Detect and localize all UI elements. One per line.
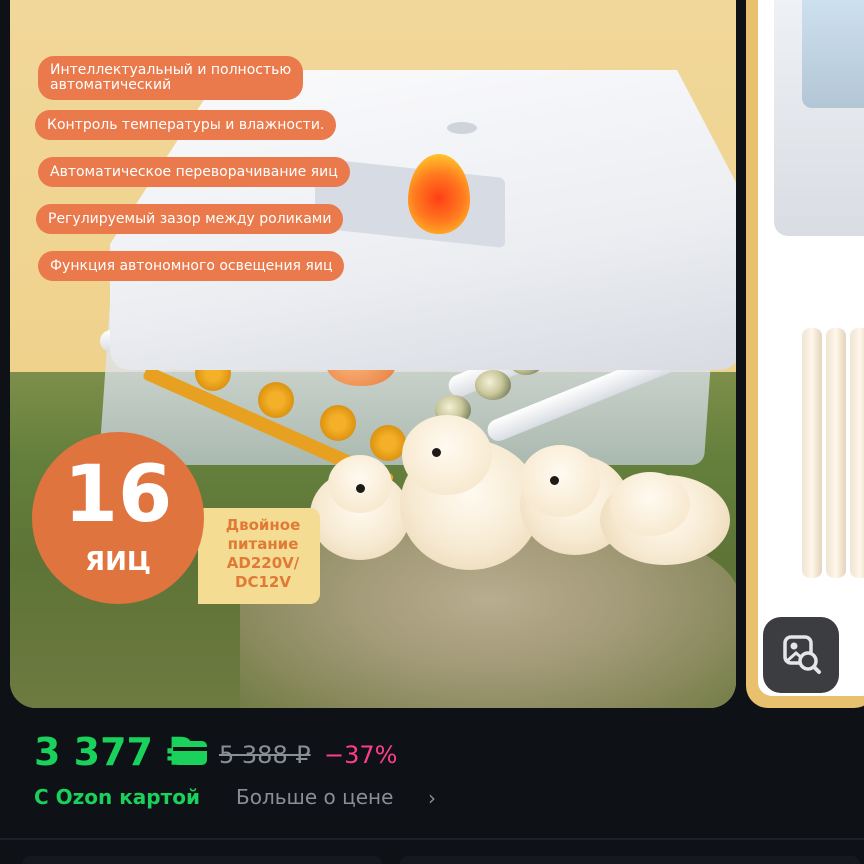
old-price: 5 388 ₽: [219, 741, 311, 769]
gear-icon: [258, 382, 294, 418]
quail-egg: [475, 370, 511, 400]
feature-pill-temperature: Контроль температуры и влажности.: [35, 110, 337, 140]
product-image-next[interactable]: [746, 0, 864, 708]
egg-capacity-badge: 16 ЯИЦ: [32, 432, 204, 604]
product-image-main[interactable]: Интеллектуальный и полностью автоматичес…: [10, 0, 736, 708]
feature-pill-label: Регулируемый зазор между роликами: [48, 211, 332, 227]
chick-eye: [356, 484, 365, 493]
power-info-text: Двойное питание AD220V/ DC12V: [225, 516, 301, 591]
chick-head: [520, 445, 600, 517]
section-divider: [0, 838, 864, 840]
feature-pill-automatic: Интеллектуальный и полностью автоматичес…: [38, 56, 304, 100]
roller-thumbnail: [850, 328, 864, 578]
chick-eye: [550, 476, 559, 485]
gear-icon: [370, 425, 406, 461]
feature-pill-turning: Автоматическое переворачивание яиц: [38, 157, 350, 187]
next-section-card: [400, 856, 860, 864]
current-price: 3 377 ₽: [34, 730, 193, 774]
chevron-right-icon[interactable]: ›: [428, 785, 436, 811]
next-section-card: [22, 856, 382, 864]
roller-thumbnail: [802, 328, 822, 578]
roller-thumbnail: [826, 328, 846, 578]
feature-pill-label: Функция автономного освещения яиц: [50, 258, 333, 274]
image-search-button[interactable]: [763, 617, 839, 693]
egg-capacity-number: 16: [63, 450, 173, 540]
power-info-box: Двойное питание AD220V/ DC12V: [198, 508, 320, 604]
chick-head: [610, 472, 690, 536]
feature-pill-label: Интеллектуальный и полностью автоматичес…: [50, 62, 292, 93]
card-icon: [173, 741, 207, 765]
chick-eye: [432, 448, 441, 457]
feature-pill-label: Автоматическое переворачивание яиц: [50, 164, 338, 180]
image-search-icon: [783, 635, 821, 674]
feature-pill-rollers: Регулируемый зазор между роликами: [36, 204, 344, 234]
feature-pill-label: Контроль температуры и влажности.: [47, 117, 325, 133]
ozon-card-label: С Ozon картой: [34, 785, 200, 809]
feature-pill-lighting: Функция автономного освещения яиц: [38, 251, 345, 281]
egg-capacity-label: ЯИЦ: [85, 547, 151, 577]
discount-badge: −37%: [324, 741, 398, 769]
chick-head: [402, 415, 492, 495]
incubator-thumbnail-lid: [802, 0, 864, 108]
gear-icon: [320, 405, 356, 441]
more-about-price-link[interactable]: Больше о цене: [236, 784, 393, 810]
lid-button: [447, 122, 477, 134]
